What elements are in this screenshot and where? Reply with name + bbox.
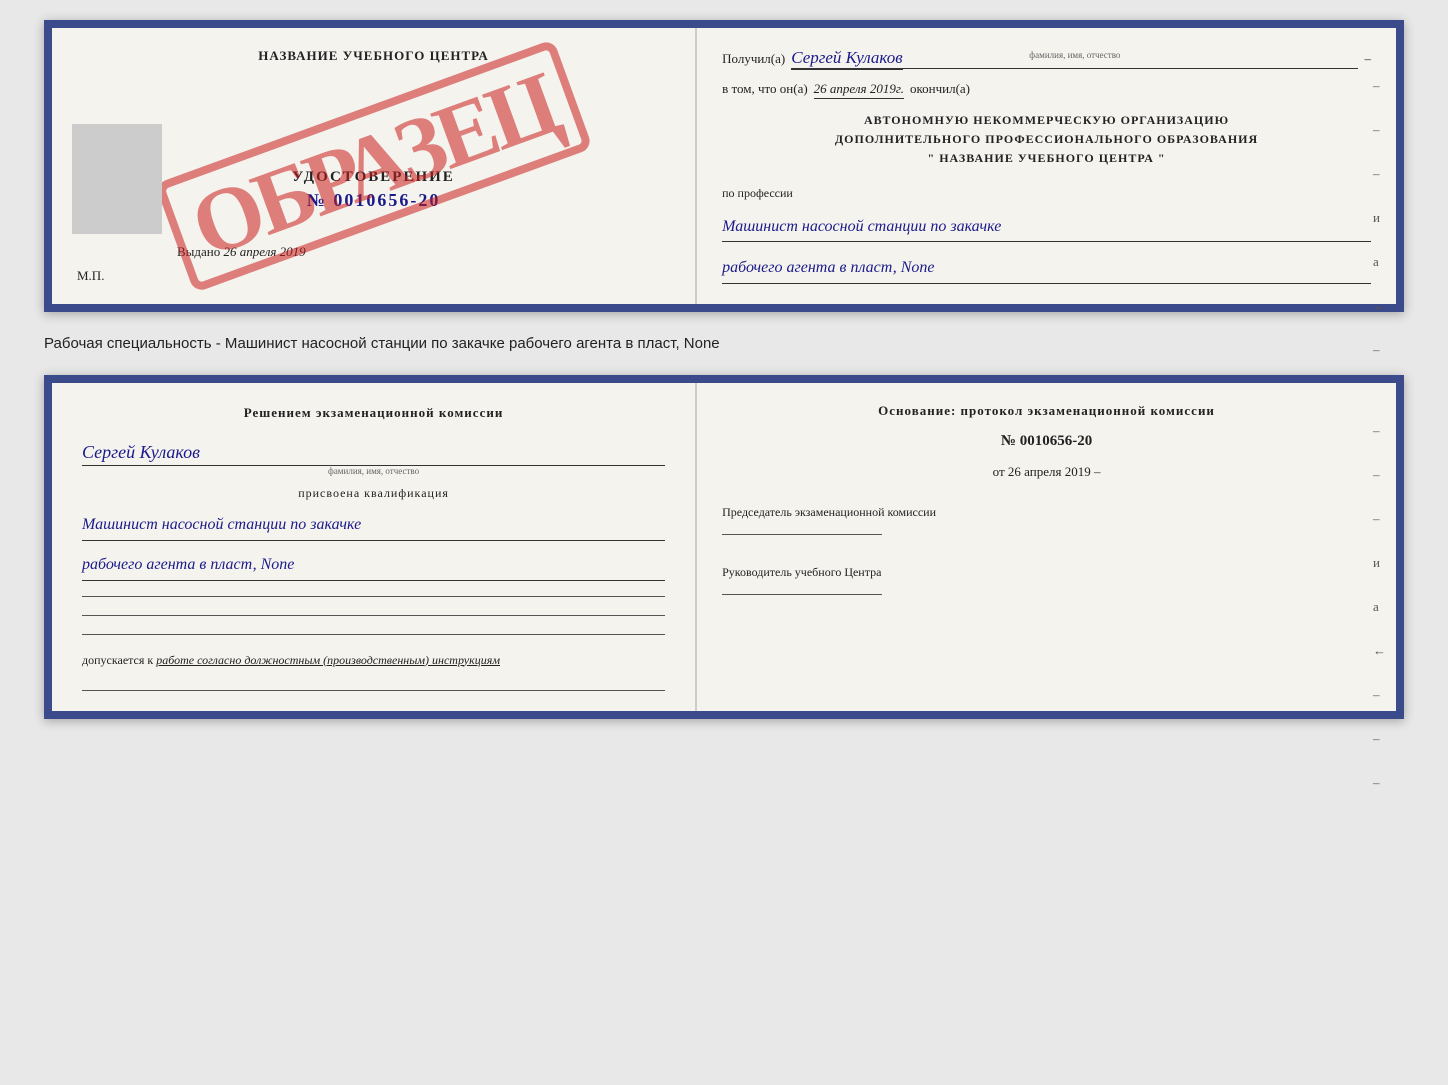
dash3: – xyxy=(1373,166,1386,182)
b-dash5: а xyxy=(1373,599,1386,615)
predsedatel-label: Председатель экзаменационной комиссии xyxy=(722,504,1371,521)
osnovanie-text: Основание: протокол экзаменационной коми… xyxy=(722,403,1371,419)
right-panel-top: Получил(а) фамилия, имя, отчество Сергей… xyxy=(697,28,1396,304)
dash7: – xyxy=(1373,342,1386,358)
rukovoditel-block: Руководитель учебного Центра xyxy=(722,564,1371,595)
dopuskaetsya-text: работе согласно должностным (производств… xyxy=(156,653,500,667)
udostoverenie-block: УДОСТОВЕРЕНИЕ № 0010656-20 xyxy=(77,169,670,211)
ot-dash: – xyxy=(1094,464,1101,479)
vydano-line: Выдано 26 апреля 2019 xyxy=(177,214,670,260)
dopuskaetsya-label: допускается к xyxy=(82,653,153,667)
left-panel-bottom: Решением экзаменационной комиссии Сергей… xyxy=(52,383,697,710)
okonchil-label: окончил(а) xyxy=(910,81,970,97)
rukovoditel-signature-line xyxy=(722,594,882,595)
b-dash9: – xyxy=(1373,775,1386,791)
profession-line2: рабочего агента в пласт, None xyxy=(722,254,1371,284)
b-dash2: – xyxy=(1373,467,1386,483)
ot-date: 26 апреля 2019 xyxy=(1008,464,1091,479)
org-block: АВТОНОМНУЮ НЕКОММЕРЧЕСКУЮ ОРГАНИЗАЦИЮ ДО… xyxy=(722,111,1371,169)
poluchil-label: Получил(а) xyxy=(722,51,785,67)
ot-date-block: от 26 апреля 2019 – xyxy=(722,464,1371,480)
blank-line-2 xyxy=(82,615,665,616)
poluchil-name-wrapper: фамилия, имя, отчество Сергей Кулаков xyxy=(791,48,1358,69)
blank-line-bottom-final xyxy=(82,690,665,691)
rukovoditel-label: Руководитель учебного Центра xyxy=(722,564,1371,581)
dash-right: – xyxy=(1364,51,1371,67)
b-dash6: ← xyxy=(1373,643,1386,659)
resheniem-text: Решением экзаменационной комиссии xyxy=(82,403,665,424)
b-dash4: и xyxy=(1373,555,1386,571)
fio-bottom-hint: фамилия, имя, отчество xyxy=(82,466,665,476)
b-dash8: – xyxy=(1373,731,1386,747)
description-main: Рабочая специальность - Машинист насосно… xyxy=(44,335,720,352)
dash1: – xyxy=(1373,78,1386,94)
vtom-date: 26 апреля 2019г. xyxy=(814,81,904,99)
b-dash1: – xyxy=(1373,423,1386,439)
protocol-number: № 0010656-20 xyxy=(722,433,1371,450)
mp-label: М.П. xyxy=(77,268,670,284)
ot-label: от xyxy=(993,464,1005,479)
predsedatel-block: Председатель экзаменационной комиссии xyxy=(722,504,1371,535)
dash6: ← xyxy=(1373,298,1386,314)
right-side-dashes: – – – и а ← – xyxy=(1373,78,1386,358)
vtom-label: в том, что он(а) xyxy=(722,81,808,97)
profession-line1: Машинист насосной станции по закачке xyxy=(722,213,1371,243)
predsedatel-signature-line xyxy=(722,534,882,535)
blank-lines-bottom xyxy=(82,596,665,635)
right-panel-bottom: Основание: протокол экзаменационной коми… xyxy=(697,383,1396,710)
dash4: и xyxy=(1373,210,1386,226)
po-professii: по профессии xyxy=(722,186,1371,201)
fio-bottom-wrapper: Сергей Кулаков фамилия, имя, отчество xyxy=(82,434,665,476)
fio-bottom-name: Сергей Кулаков xyxy=(82,442,665,466)
document-top: НАЗВАНИЕ УЧЕБНОГО ЦЕНТРА ОБРАЗЕЦ УДОСТОВ… xyxy=(44,20,1404,312)
prisvoena-text: присвоена квалификация xyxy=(82,486,665,501)
poluchil-name: Сергей Кулаков xyxy=(791,48,902,70)
b-dash7: – xyxy=(1373,687,1386,703)
photo-placeholder xyxy=(72,124,162,234)
dash2: – xyxy=(1373,122,1386,138)
blank-line-1 xyxy=(82,596,665,597)
udostoverenie-number: № 0010656-20 xyxy=(77,190,670,211)
dash5: а xyxy=(1373,254,1386,270)
qualification-line2: рабочего агента в пласт, None xyxy=(82,551,665,581)
fio-hint-top: фамилия, имя, отчество xyxy=(1029,50,1120,60)
org-line1: АВТОНОМНУЮ НЕКОММЕРЧЕСКУЮ ОРГАНИЗАЦИЮ xyxy=(722,111,1371,130)
dopuskaetsya-block: допускается к работе согласно должностны… xyxy=(82,653,665,668)
right-dashes-bottom: – – – и а ← – – – xyxy=(1373,423,1386,791)
org-line3: " НАЗВАНИЕ УЧЕБНОГО ЦЕНТРА " xyxy=(722,149,1371,168)
vydano-label: Выдано xyxy=(177,244,220,259)
qualification-line1: Машинист насосной станции по закачке xyxy=(82,511,665,541)
vydano-date: 26 апреля 2019 xyxy=(224,244,306,259)
center-title-top: НАЗВАНИЕ УЧЕБНОГО ЦЕНТРА xyxy=(77,48,670,64)
document-bottom: Решением экзаменационной комиссии Сергей… xyxy=(44,375,1404,718)
b-dash3: – xyxy=(1373,511,1386,527)
left-panel-top: НАЗВАНИЕ УЧЕБНОГО ЦЕНТРА ОБРАЗЕЦ УДОСТОВ… xyxy=(52,28,697,304)
udostoverenie-title: УДОСТОВЕРЕНИЕ xyxy=(77,169,670,186)
vtom-line: в том, что он(а) 26 апреля 2019г. окончи… xyxy=(722,81,1371,99)
org-line2: ДОПОЛНИТЕЛЬНОГО ПРОФЕССИОНАЛЬНОГО ОБРАЗО… xyxy=(722,130,1371,149)
description-text: Рабочая специальность - Машинист насосно… xyxy=(44,330,1404,357)
blank-line-3 xyxy=(82,634,665,635)
poluchil-line: Получил(а) фамилия, имя, отчество Сергей… xyxy=(722,48,1371,69)
